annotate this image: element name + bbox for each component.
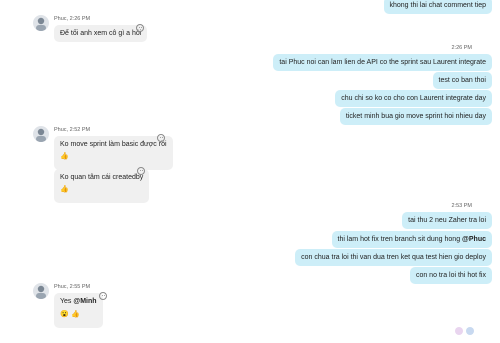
thumbs-up-reaction-icon[interactable]: 👍 (60, 186, 69, 194)
message-bubble-incoming[interactable]: Ko quan tâm cái createdby 👍 (54, 169, 150, 203)
message-text: Ko move sprint làm basic được rồi (60, 141, 167, 148)
avatar[interactable] (33, 283, 49, 299)
message-meta: Phuc, 2:26 PM (54, 16, 91, 22)
mention[interactable]: @Phuc (462, 236, 486, 243)
message-bubble-outgoing[interactable]: test co ban thoi (432, 72, 492, 89)
thumbs-up-reaction-icon[interactable]: 👍 (71, 311, 80, 319)
message-bubble-outgoing[interactable]: tai Phuc noi can lam lien de API co the … (273, 54, 492, 71)
message-text: Ko quan tâm cái createdby (60, 174, 144, 181)
message-text: con no tra loi thi hot fix (415, 272, 486, 279)
message-text: con chua tra loi thi van dua tren ket qu… (301, 254, 486, 261)
message-bubble-incoming[interactable]: Để tối anh xem cô gì a hỏi (54, 25, 148, 42)
timestamp: 2:53 PM (451, 203, 472, 209)
seen-avatar-icon (455, 327, 463, 335)
message-text: ticket minh bua gio move sprint hoi nhie… (345, 113, 486, 120)
avatar[interactable] (33, 126, 49, 142)
message-bubble-incoming[interactable]: Ko move sprint làm basic được rồi 👍 (54, 136, 173, 170)
sender-name: Phuc (54, 127, 67, 133)
add-reaction-icon[interactable] (136, 24, 144, 32)
message-text: Để tối anh xem cô gì a hỏi (60, 30, 142, 37)
message-text: Yes (60, 298, 74, 305)
timestamp: 2:55 PM (69, 284, 91, 290)
add-reaction-icon[interactable] (157, 134, 165, 142)
timestamp: 2:52 PM (69, 127, 91, 133)
thumbs-up-reaction-icon[interactable]: 👍 (60, 153, 69, 161)
message-text: khong thi lai chat comment tiep (389, 2, 487, 9)
message-bubble-outgoing[interactable]: ticket minh bua gio move sprint hoi nhie… (339, 108, 492, 125)
timestamp: 2:26 PM (69, 16, 91, 22)
message-text: tai thu 2 neu Zaher tra loi (408, 217, 486, 224)
message-bubble-outgoing[interactable]: con chua tra loi thi van dua tren ket qu… (295, 249, 492, 266)
surprised-reaction-icon[interactable]: 😮 (60, 311, 69, 319)
avatar[interactable] (33, 15, 49, 31)
message-meta: Phuc, 2:55 PM (54, 284, 91, 290)
mention[interactable]: @Minh (73, 298, 96, 305)
timestamp: 2:26 PM (451, 45, 472, 51)
message-bubble-outgoing[interactable]: khong thi lai chat comment tiep (383, 0, 492, 14)
message-text: thi lam hot fix tren branch sit dung hon… (337, 236, 463, 243)
message-bubble-outgoing[interactable]: tai thu 2 neu Zaher tra loi (402, 212, 492, 229)
add-reaction-icon[interactable] (99, 292, 107, 300)
message-text: chu chi so ko co cho con Laurent integra… (341, 95, 486, 102)
message-text: test co ban thoi (438, 77, 486, 84)
seen-avatar-icon (466, 327, 474, 335)
add-reaction-icon[interactable] (137, 167, 145, 175)
message-bubble-outgoing[interactable]: thi lam hot fix tren branch sit dung hon… (331, 231, 492, 248)
message-text: tai Phuc noi can lam lien de API co the … (279, 59, 486, 66)
message-meta: Phuc, 2:52 PM (54, 127, 91, 133)
sender-name: Phuc (54, 16, 67, 22)
message-bubble-outgoing[interactable]: con no tra loi thi hot fix (409, 267, 492, 284)
message-bubble-incoming[interactable]: Yes @Minh 😮 👍 (54, 293, 103, 328)
message-bubble-outgoing[interactable]: chu chi so ko co cho con Laurent integra… (335, 90, 492, 107)
sender-name: Phuc (54, 284, 67, 290)
